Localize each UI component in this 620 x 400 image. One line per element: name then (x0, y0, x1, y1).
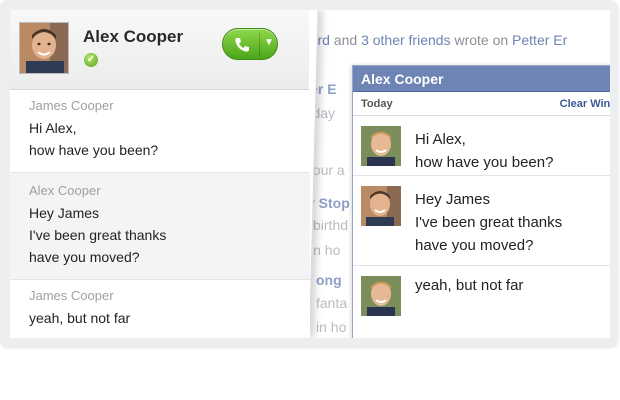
avatar-photo-icon (361, 186, 401, 226)
fb-chat-message: Hi Alex, how have you been? (353, 116, 610, 176)
message-line: I've been great thanks (29, 227, 167, 243)
fb-chat-message: yeah, but not far (353, 266, 610, 316)
feed-line: in ho (316, 319, 347, 335)
avatar-photo-icon (361, 126, 401, 166)
call-button[interactable]: ▼ (222, 28, 278, 60)
feed-line[interactable]: ong (316, 272, 342, 288)
fb-avatar-alex[interactable] (361, 186, 401, 226)
feed-line: fanta (316, 295, 348, 311)
skype-chat-panel: Alex Cooper ✓ ▼ James Cooper Hi Alex, ho… (10, 10, 319, 338)
facebook-chat-window: Alex Cooper Today Clear Wind Hi (352, 65, 610, 338)
message-sender: James Cooper (29, 98, 114, 113)
feed-wrote-on-text: wrote on (450, 32, 513, 48)
fb-chat-title: Alex Cooper (361, 71, 444, 87)
message-line: yeah, but not far (29, 310, 131, 326)
message-line: how have you been? (415, 154, 554, 171)
avatar-photo-icon (20, 23, 69, 74)
screenshot-frame: oford and 3 other friends wrote on Pette… (0, 0, 618, 347)
message-sender: James Cooper (29, 288, 114, 303)
avatar-photo-icon (361, 276, 401, 316)
feed-target-link[interactable]: Petter Er (512, 32, 567, 48)
feed-and-text: and (329, 32, 362, 48)
feed-line: in ho (310, 242, 341, 258)
chevron-down-icon[interactable]: ▼ (264, 37, 274, 48)
chat-message: James Cooper yeah, but not far (10, 280, 310, 338)
message-line: how have you been? (29, 142, 159, 158)
fb-chat-subheader: Today Clear Wind (353, 92, 610, 116)
fb-chat-message: Hey James I've been great thanks have yo… (353, 176, 610, 266)
contact-avatar[interactable] (19, 22, 69, 74)
fb-clear-window-link[interactable]: Clear Wind (560, 98, 610, 110)
contact-name: Alex Cooper (83, 27, 184, 46)
skype-chat-header: Alex Cooper ✓ ▼ (10, 10, 309, 90)
message-line: have you moved? (29, 249, 140, 265)
feed-other-friends-link[interactable]: 3 other friends (361, 32, 451, 48)
fb-today-label: Today (361, 98, 393, 110)
fb-avatar-james[interactable] (361, 126, 401, 166)
message-line: I've been great thanks (415, 214, 563, 231)
message-line: have you moved? (415, 237, 534, 254)
chat-message: James Cooper Hi Alex, how have you been? (10, 90, 310, 172)
message-line: Hi Alex, (415, 131, 466, 148)
fb-chat-title-bar[interactable]: Alex Cooper (353, 66, 610, 92)
phone-icon (235, 38, 249, 52)
message-line: Hey James (29, 205, 100, 221)
message-line: Hey James (415, 191, 491, 208)
message-line: Hi Alex, (29, 120, 77, 136)
screenshot-canvas: oford and 3 other friends wrote on Pette… (10, 10, 610, 338)
message-line: yeah, but not far (415, 277, 524, 294)
feed-line: birthd (313, 217, 349, 233)
fb-avatar-james[interactable] (361, 276, 401, 316)
chat-message: Alex Cooper Hey James I've been great th… (10, 172, 310, 280)
online-check-icon: ✓ (84, 53, 98, 67)
call-button-divider (259, 33, 260, 57)
message-sender: Alex Cooper (29, 183, 101, 198)
feed-story-title: oford and 3 other friends wrote on Pette… (298, 32, 567, 48)
